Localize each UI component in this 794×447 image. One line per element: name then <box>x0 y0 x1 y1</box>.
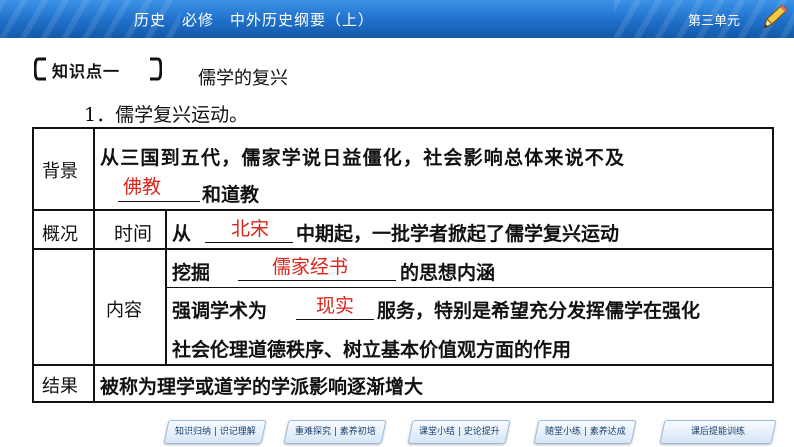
section-title: 1．儒学复兴运动。 <box>84 104 249 126</box>
overview-time-label: 时间 <box>114 223 153 245</box>
nav-practice[interactable]: 随堂小练 | 素养达成 <box>533 420 637 444</box>
content-row2-prefix: 强调学术为 <box>172 300 268 322</box>
background-text: 从三国到五代，儒家学说日益僵化，社会影响总体来说不及 <box>100 147 626 169</box>
course-title: 历史 必修 中外历史纲要（上） <box>134 11 375 29</box>
nav-label: 重难探究 | 素养初培 <box>294 427 376 437</box>
nav-label: 课后提能训练 <box>690 427 745 437</box>
overview-label: 概况 <box>42 224 78 245</box>
result-label: 结果 <box>42 376 78 397</box>
unit-title: 第三单元 <box>688 14 741 29</box>
table-border-bottom <box>32 401 774 403</box>
table-border-top <box>32 127 774 129</box>
overview-suffix: 中期起，一批学者掀起了儒学复兴运动 <box>296 223 620 245</box>
content-row1-prefix: 挖掘 <box>172 262 211 284</box>
background-label: 背景 <box>42 161 78 182</box>
table-border-left <box>32 127 34 403</box>
background-answer: 佛教 <box>123 176 162 198</box>
table-row-divider <box>32 364 774 366</box>
knowledge-point-tag: 知识点一 <box>34 56 162 82</box>
nav-label: 随堂小练 | 素养达成 <box>544 427 626 437</box>
top-banner: 历史 必修 中外历史纲要（上） 第三单元 <box>0 0 794 38</box>
bottom-navigation: 知识归纳 | 识记理解 重难探究 | 素养初培 课堂小结 | 史论提升 随堂小练… <box>0 414 794 447</box>
knowledge-point-heading: 儒学的复兴 <box>198 68 288 89</box>
content-row1-answer: 儒家经书 <box>272 256 349 278</box>
pencil-icon <box>763 4 788 29</box>
table-column-divider <box>165 209 167 366</box>
overview-answer: 北宋 <box>231 218 270 240</box>
content-label: 内容 <box>106 300 142 321</box>
table-row-divider <box>165 287 774 288</box>
content-row2-answer: 现实 <box>316 295 355 317</box>
nav-class-summary[interactable]: 课堂小结 | 史论提升 <box>407 420 511 444</box>
result-text: 被称为理学或道学的学派影响逐渐增大 <box>100 376 424 398</box>
background-suffix: 和道教 <box>202 184 260 206</box>
nav-after-class-training[interactable]: 课后提能训练 <box>659 420 777 444</box>
overview-prefix: 从 <box>172 223 192 245</box>
content-row2-suffix: 服务，特别是希望充分发挥儒学在强化 <box>377 300 701 322</box>
table-border-right <box>772 127 774 403</box>
content-row3: 社会伦理道德秩序、树立基本价值观方面的作用 <box>172 339 572 361</box>
nav-knowledge-summary[interactable]: 知识归纳 | 识记理解 <box>163 420 267 444</box>
nav-label: 课堂小结 | 史论提升 <box>418 427 500 437</box>
table-row-divider <box>32 209 774 211</box>
nav-label: 知识归纳 | 识记理解 <box>174 427 256 437</box>
knowledge-point-tag-label: 知识点一 <box>52 62 121 81</box>
table-row-divider <box>32 248 774 250</box>
table-column-divider <box>93 127 95 403</box>
content-row1-suffix: 的思想内涵 <box>400 262 496 284</box>
nav-key-inquiry[interactable]: 重难探究 | 素养初培 <box>283 420 387 444</box>
